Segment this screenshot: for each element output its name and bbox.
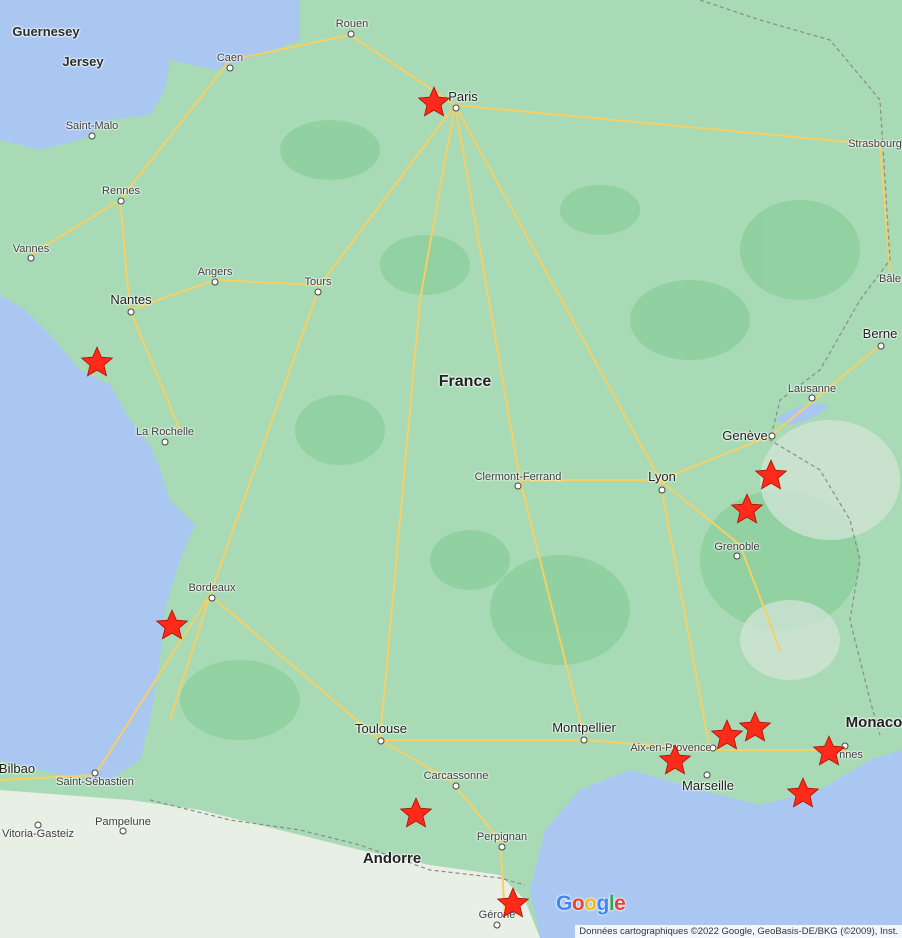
label-lyon: Lyon bbox=[648, 469, 676, 484]
label-paris: Paris bbox=[448, 89, 478, 104]
city-dot bbox=[452, 104, 460, 112]
label-marseille: Marseille bbox=[681, 778, 735, 793]
city-dot bbox=[498, 843, 506, 851]
city-dot bbox=[580, 736, 588, 744]
label-tours: Tours bbox=[304, 276, 332, 288]
label-bilbao: Bilbao bbox=[0, 761, 36, 776]
star-marker-icon[interactable] bbox=[658, 743, 692, 777]
label-vannes: Vannes bbox=[12, 243, 50, 255]
star-marker-icon[interactable] bbox=[155, 608, 189, 642]
map-attribution[interactable]: Données cartographiques ©2022 Google, Ge… bbox=[575, 925, 902, 938]
star-marker-icon[interactable] bbox=[738, 710, 772, 744]
city-dot bbox=[808, 394, 816, 402]
label-montpellier: Montpellier bbox=[552, 720, 616, 735]
city-dot bbox=[88, 132, 96, 140]
star-marker-icon[interactable] bbox=[417, 85, 451, 119]
star-marker-icon[interactable] bbox=[812, 734, 846, 768]
label-berne: Berne bbox=[862, 326, 898, 341]
star-marker-icon[interactable] bbox=[754, 458, 788, 492]
city-dot bbox=[127, 308, 135, 316]
label-bordeaux: Bordeaux bbox=[188, 582, 236, 594]
label-france: France bbox=[438, 373, 492, 390]
city-dot bbox=[226, 64, 234, 72]
city-dot bbox=[211, 278, 219, 286]
label-strasbourg: Strasbourg bbox=[848, 138, 902, 150]
label-carcassonne: Carcassonne bbox=[423, 770, 489, 782]
city-dot bbox=[658, 486, 666, 494]
label-grenoble: Grenoble bbox=[714, 541, 760, 553]
label-saint-malo: Saint-Malo bbox=[65, 120, 119, 132]
city-dot bbox=[314, 288, 322, 296]
label-vitoria-gasteiz: Vitoria-Gasteiz bbox=[2, 828, 74, 840]
city-dot bbox=[768, 432, 776, 440]
city-dot bbox=[119, 827, 127, 835]
label-rennes: Rennes bbox=[102, 185, 140, 197]
label-lausanne: Lausanne bbox=[787, 383, 837, 395]
label-toulouse: Toulouse bbox=[354, 721, 408, 736]
google-logo: Google bbox=[556, 892, 626, 915]
star-marker-icon[interactable] bbox=[80, 345, 114, 379]
city-dot bbox=[493, 921, 501, 929]
map-canvas[interactable]: Guernesey Jersey Rouen Caen Paris Saint-… bbox=[0, 0, 902, 938]
label-pampelune: Pampelune bbox=[95, 816, 151, 828]
star-marker-icon[interactable] bbox=[786, 776, 820, 810]
city-dot bbox=[27, 254, 35, 262]
star-marker-icon[interactable] bbox=[730, 492, 764, 526]
label-geneve: Genève bbox=[722, 428, 768, 443]
label-nantes: Nantes bbox=[110, 292, 152, 307]
label-rouen: Rouen bbox=[335, 18, 369, 30]
city-dot bbox=[377, 737, 385, 745]
label-clermont-ferrand: Clermont-Ferrand bbox=[474, 471, 562, 483]
label-jersey: Jersey bbox=[62, 54, 104, 69]
label-perpignan: Perpignan bbox=[476, 831, 528, 843]
label-saint-sebastien: Saint-Sébastien bbox=[56, 776, 134, 788]
city-dot bbox=[117, 197, 125, 205]
label-caen: Caen bbox=[216, 52, 244, 64]
label-la-rochelle: La Rochelle bbox=[135, 426, 195, 438]
label-angers: Angers bbox=[197, 266, 233, 278]
city-dot bbox=[347, 30, 355, 38]
city-dot bbox=[877, 342, 885, 350]
city-dot bbox=[452, 782, 460, 790]
star-marker-icon[interactable] bbox=[399, 796, 433, 830]
star-marker-icon[interactable] bbox=[496, 886, 530, 920]
label-monaco: Monaco bbox=[845, 714, 902, 731]
city-dot bbox=[208, 594, 216, 602]
label-andorre: Andorre bbox=[362, 850, 422, 867]
label-guernesey: Guernesey bbox=[12, 24, 80, 39]
city-dot bbox=[514, 482, 522, 490]
label-bale: Bâle bbox=[878, 273, 902, 285]
city-dot bbox=[161, 438, 169, 446]
city-dot bbox=[733, 552, 741, 560]
